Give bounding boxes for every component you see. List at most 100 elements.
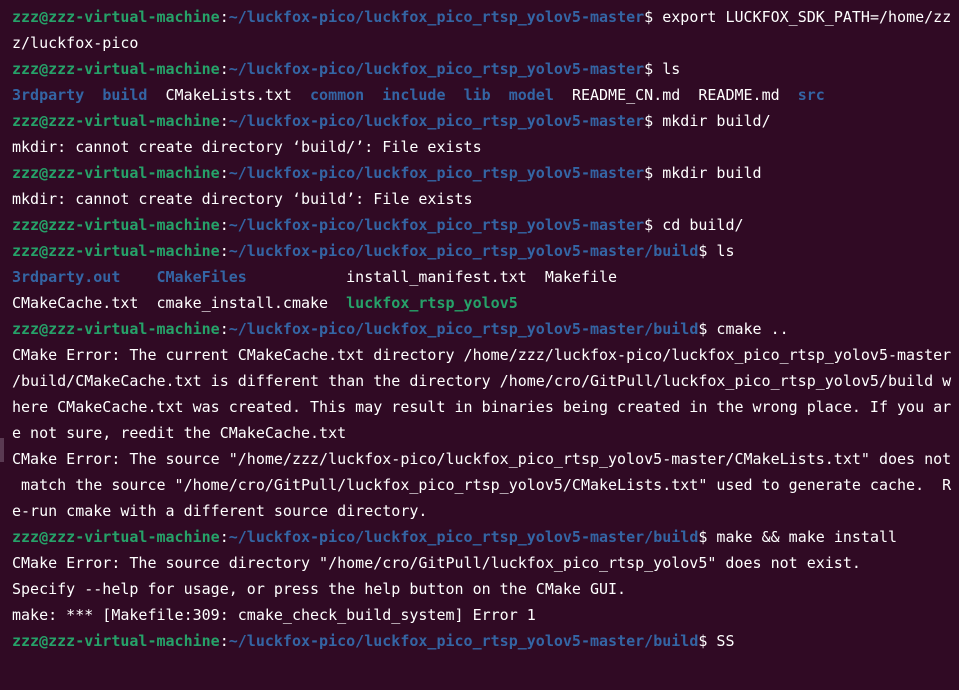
ls-executable-entry: luckfox_rtsp_yolov5 (346, 294, 518, 312)
ls-directory-entry: 3rdparty (12, 86, 85, 104)
ls-gap (328, 294, 346, 312)
output-text: CMake Error: The source directory "/home… (12, 554, 861, 572)
terminal-line-prompt: zzz@zzz-virtual-machine:~/luckfox-pico/l… (12, 628, 959, 654)
ls-gap (120, 268, 156, 286)
terminal-line-ls: 3rdparty build CMakeLists.txt common inc… (12, 82, 959, 108)
ls-file-entry: README.md (698, 86, 780, 104)
command-text[interactable]: mkdir build/ (662, 112, 770, 130)
terminal-line-ls: CMakeCache.txt cmake_install.cmake luckf… (12, 290, 959, 316)
terminal-line-output: mkdir: cannot create directory ‘build’: … (12, 186, 959, 212)
prompt-path: ~/luckfox-pico/luckfox_pico_rtsp_yolov5-… (228, 320, 699, 338)
terminal-line-ls: 3rdparty.out CMakeFiles install_manifest… (12, 264, 959, 290)
terminal-line-output: e-run cmake with a different source dire… (12, 498, 959, 524)
terminal-line-output: z/luckfox-pico (12, 30, 959, 56)
ls-gap (138, 294, 156, 312)
prompt-user-host: zzz@zzz-virtual-machine (12, 320, 220, 338)
prompt-separator: : (219, 8, 229, 26)
terminal-line-output: CMake Error: The source directory "/home… (12, 550, 959, 576)
prompt-separator: : (219, 216, 229, 234)
ls-gap (680, 86, 698, 104)
prompt-path: ~/luckfox-pico/luckfox_pico_rtsp_yolov5-… (228, 632, 699, 650)
ls-directory-entry: lib (463, 86, 491, 104)
command-text[interactable]: cmake .. (716, 320, 788, 338)
output-text: CMake Error: The source "/home/zzz/luckf… (12, 450, 952, 468)
prompt-symbol: $ (644, 112, 663, 130)
terminal-line-prompt: zzz@zzz-virtual-machine:~/luckfox-pico/l… (12, 108, 959, 134)
prompt-symbol: $ (644, 164, 663, 182)
command-text[interactable]: mkdir build (662, 164, 761, 182)
ls-directory-entry: build (102, 86, 148, 104)
ls-directory-entry: 3rdparty.out (12, 268, 121, 286)
prompt-separator: : (219, 242, 229, 260)
ls-file-entry: README_CN.md (571, 86, 681, 104)
prompt-separator: : (219, 528, 229, 546)
prompt-user-host: zzz@zzz-virtual-machine (12, 8, 220, 26)
text-cursor-marker (0, 438, 4, 462)
prompt-separator: : (219, 60, 229, 78)
ls-file-entry: cmake_install.cmake (156, 294, 329, 312)
ls-directory-entry: include (382, 86, 446, 104)
output-text: Specify --help for usage, or press the h… (12, 580, 627, 598)
terminal-line-output: e not sure, reedit the CMakeCache.txt (12, 420, 959, 446)
output-text: mkdir: cannot create directory ‘build’: … (12, 190, 473, 208)
prompt-separator: : (219, 320, 229, 338)
ls-gap (364, 86, 382, 104)
terminal-line-prompt: zzz@zzz-virtual-machine:~/luckfox-pico/l… (12, 4, 959, 30)
prompt-path: ~/luckfox-pico/luckfox_pico_rtsp_yolov5-… (228, 164, 645, 182)
prompt-symbol: $ (644, 8, 663, 26)
output-text: e-run cmake with a different source dire… (12, 502, 428, 520)
ls-gap (780, 86, 798, 104)
terminal-line-output: match the source "/home/cro/GitPull/luck… (12, 472, 959, 498)
terminal-window[interactable]: zzz@zzz-virtual-machine:~/luckfox-pico/l… (0, 0, 959, 690)
ls-file-entry: CMakeCache.txt (12, 294, 139, 312)
prompt-symbol: $ (698, 632, 717, 650)
ls-directory-entry: src (797, 86, 825, 104)
terminal-line-prompt: zzz@zzz-virtual-machine:~/luckfox-pico/l… (12, 524, 959, 550)
prompt-user-host: zzz@zzz-virtual-machine (12, 528, 220, 546)
ls-file-entry: Makefile (544, 268, 618, 286)
ls-gap (446, 86, 464, 104)
ls-directory-entry: model (508, 86, 554, 104)
prompt-symbol: $ (644, 60, 663, 78)
prompt-path: ~/luckfox-pico/luckfox_pico_rtsp_yolov5-… (228, 216, 645, 234)
command-text[interactable]: export LUCKFOX_SDK_PATH=/home/zz (662, 8, 951, 26)
ls-gap (247, 268, 346, 286)
output-text: /build/CMakeCache.txt is different than … (12, 372, 952, 390)
ls-directory-entry: common (310, 86, 365, 104)
terminal-line-prompt: zzz@zzz-virtual-machine:~/luckfox-pico/l… (12, 56, 959, 82)
prompt-user-host: zzz@zzz-virtual-machine (12, 60, 220, 78)
prompt-user-host: zzz@zzz-virtual-machine (12, 632, 220, 650)
ls-directory-entry: CMakeFiles (156, 268, 247, 286)
prompt-user-host: zzz@zzz-virtual-machine (12, 216, 220, 234)
prompt-symbol: $ (698, 528, 717, 546)
output-text: mkdir: cannot create directory ‘build/’:… (12, 138, 482, 156)
prompt-path: ~/luckfox-pico/luckfox_pico_rtsp_yolov5-… (228, 8, 645, 26)
terminal-line-prompt: zzz@zzz-virtual-machine:~/luckfox-pico/l… (12, 160, 959, 186)
terminal-line-output: CMake Error: The current CMakeCache.txt … (12, 342, 959, 368)
prompt-symbol: $ (698, 242, 717, 260)
output-text: z/luckfox-pico (12, 34, 139, 52)
terminal-line-output: Specify --help for usage, or press the h… (12, 576, 959, 602)
terminal-line-output: CMake Error: The source "/home/zzz/luckf… (12, 446, 959, 472)
command-text[interactable]: SS (716, 632, 734, 650)
terminal-line-prompt: zzz@zzz-virtual-machine:~/luckfox-pico/l… (12, 316, 959, 342)
ls-gap (147, 86, 165, 104)
prompt-user-host: zzz@zzz-virtual-machine (12, 112, 220, 130)
prompt-separator: : (219, 112, 229, 130)
prompt-path: ~/luckfox-pico/luckfox_pico_rtsp_yolov5-… (228, 60, 645, 78)
terminal-line-output: mkdir: cannot create directory ‘build/’:… (12, 134, 959, 160)
ls-gap (84, 86, 102, 104)
command-text[interactable]: cd build/ (662, 216, 743, 234)
prompt-user-host: zzz@zzz-virtual-machine (12, 242, 220, 260)
terminal-line-output: here CMakeCache.txt was created. This ma… (12, 394, 959, 420)
ls-gap (491, 86, 509, 104)
command-text[interactable]: ls (716, 242, 734, 260)
terminal-line-prompt: zzz@zzz-virtual-machine:~/luckfox-pico/l… (12, 238, 959, 264)
command-text[interactable]: make && make install (716, 528, 897, 546)
prompt-separator: : (219, 164, 229, 182)
command-text[interactable]: ls (662, 60, 680, 78)
ls-gap (292, 86, 310, 104)
output-text: here CMakeCache.txt was created. This ma… (12, 398, 952, 416)
prompt-symbol: $ (698, 320, 717, 338)
output-text: make: *** [Makefile:309: cmake_check_bui… (12, 606, 536, 624)
